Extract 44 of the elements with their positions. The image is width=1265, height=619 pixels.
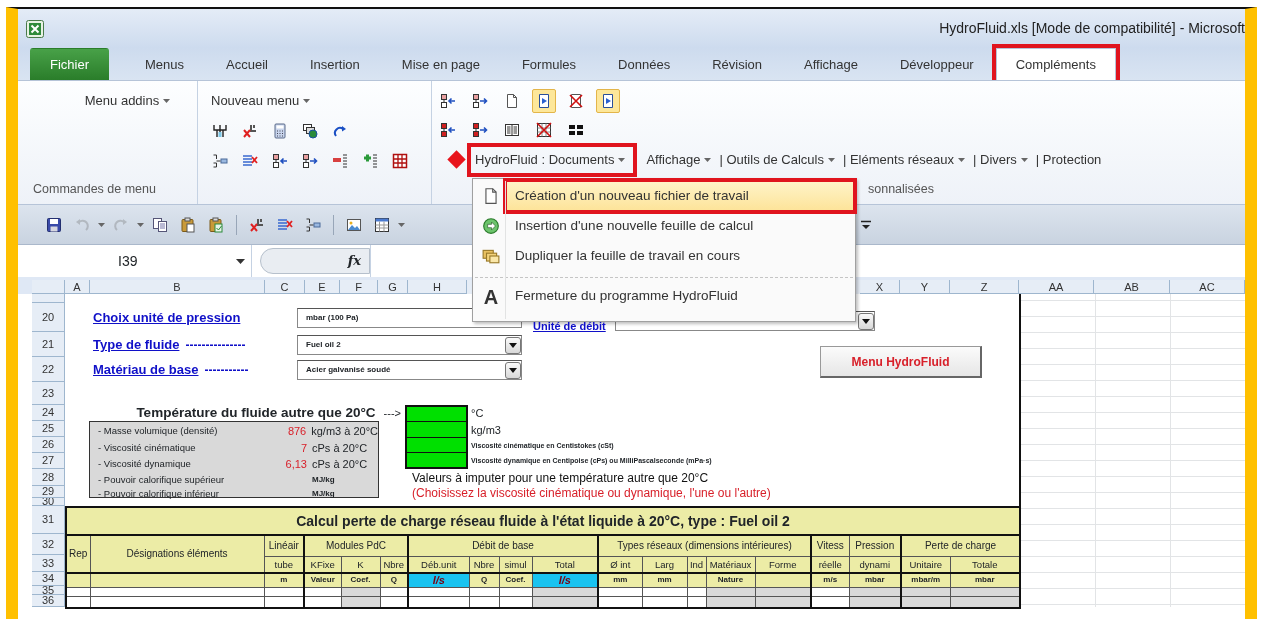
unit-cell: mbar xyxy=(950,573,1021,587)
unit-cell: mm xyxy=(642,573,687,587)
unit-cell: Coef. xyxy=(341,573,380,587)
unit-label: kg/m3 xyxy=(471,422,501,438)
column-header: Rep xyxy=(66,535,90,573)
dash-leader: ----------- xyxy=(204,361,249,379)
property-value: 7 xyxy=(299,440,308,456)
property-unit: MJ/kg xyxy=(312,487,335,500)
unit-label: °C xyxy=(471,406,484,421)
property-label: - Viscosité dynamique xyxy=(98,457,192,472)
table-title: Calcul perte de charge réseau fluide à l'état liquide à 20°C, type : Fuel oil 2 xyxy=(66,507,1021,535)
property-value: 6,13 xyxy=(284,457,308,472)
font-icon: A xyxy=(483,286,499,307)
property-label: - Viscosité cinématique xyxy=(98,440,197,455)
property-label: - Pouvoir calorifique inférieur xyxy=(98,486,220,501)
dash-leader: --------------- xyxy=(185,336,246,354)
property-label: - Masse volumique (densité) xyxy=(98,424,219,439)
arrow-text: ---> xyxy=(383,405,401,421)
warning-note: (Choisissez la viscosité cinématique ou dynamique, l'une ou l'autre) xyxy=(412,486,771,500)
column-header: Types réseaux (dimensions intérieures) xyxy=(598,535,811,556)
property-unit: kg/m3 à 20°C xyxy=(311,424,378,439)
unit-cell: Q xyxy=(469,573,499,587)
unit-cell: mm xyxy=(598,573,642,587)
unit-cell: m xyxy=(264,573,304,587)
unit-cell: mbar xyxy=(849,573,901,587)
unit-cell: Nature xyxy=(706,573,755,587)
property-unit: MJ/kg xyxy=(312,473,335,486)
unit-cell: m/s xyxy=(811,573,849,587)
column-header: Désignations éléments xyxy=(90,535,264,573)
unit-cell: Valeur xyxy=(304,573,341,587)
group-label: Commandes de menu xyxy=(33,180,156,198)
property-unit: cPs à 20°C xyxy=(312,457,368,472)
unit-cell: l/s xyxy=(408,573,469,587)
window-title: HydroFluid.xls [Mode de compatibilité] - Microsoft xyxy=(939,19,1245,38)
unit-cell: Q xyxy=(380,573,408,587)
section-title: Température du fluide autre que 20°C xyxy=(136,403,376,422)
unit-cell: Coef. xyxy=(499,573,532,587)
unit-cell: mbar/m xyxy=(901,573,950,587)
group-label: sonnalisées xyxy=(868,180,934,198)
property-label: - Pouvoir calorifique supérieur xyxy=(98,472,226,487)
info-note: Valeurs à imputer pour une température autre que 20°C xyxy=(412,469,709,487)
property-value: 876 xyxy=(286,424,308,439)
property-unit: cPs à 20°C xyxy=(312,440,368,456)
unit-cell: l/s xyxy=(532,573,598,587)
